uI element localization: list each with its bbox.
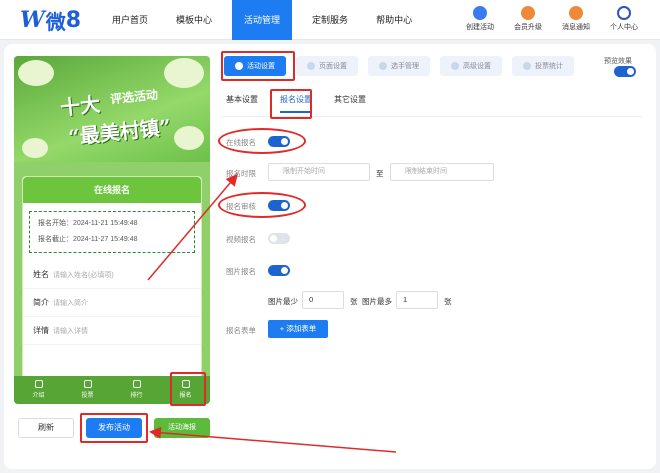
- notification-button[interactable]: 消息通知: [552, 6, 600, 32]
- vote-icon: [83, 380, 92, 388]
- unit-label: 张: [350, 297, 358, 306]
- image-signup-toggle[interactable]: [268, 265, 290, 276]
- annotation-oval: [218, 192, 306, 218]
- tree-decoration: [18, 60, 54, 86]
- annotation-box: [80, 413, 148, 443]
- vip-icon: [521, 6, 535, 20]
- to-label: 至: [376, 169, 384, 178]
- refresh-button[interactable]: 刷新: [18, 418, 74, 438]
- tool-label: 创建活动: [466, 24, 494, 31]
- nav-custom[interactable]: 定制服务: [308, 0, 352, 40]
- tool-label: 会员升级: [514, 24, 542, 31]
- preview-toggle[interactable]: [614, 66, 636, 77]
- time-limit-label: 报名时限: [226, 169, 256, 178]
- logo-eight: 8: [65, 7, 82, 33]
- bell-icon: [569, 6, 583, 20]
- top-bar: W 微 8 用户首页 模板中心 活动管理 定制服务 帮助中心 创建活动 会员升级…: [0, 0, 660, 40]
- video-signup-toggle[interactable]: [268, 233, 290, 244]
- tab-rank[interactable]: 排行: [112, 376, 161, 404]
- tab-label: 投票统计: [535, 63, 563, 70]
- time-box: 报名开始：2024-11-21 15:49:48 报名截止：2024-11-27…: [29, 211, 195, 253]
- tab-other[interactable]: 其它设置: [334, 94, 366, 113]
- tool-label: 个人中心: [610, 24, 638, 31]
- nav-home[interactable]: 用户首页: [108, 0, 152, 40]
- nav-activity[interactable]: 活动管理: [232, 0, 293, 40]
- tab-label: 页面设置: [319, 63, 347, 70]
- doc-icon: [34, 380, 43, 388]
- poster-button[interactable]: 活动海报: [154, 418, 210, 438]
- start-time: 报名开始：2024-11-21 15:49:48: [38, 220, 138, 227]
- tab-intro[interactable]: 介绍: [14, 376, 63, 404]
- add-form-button[interactable]: + 添加表单: [268, 320, 328, 338]
- tab-label: 介绍: [32, 393, 45, 399]
- logo[interactable]: W 微 8: [20, 6, 81, 34]
- image-signup-label: 图片报名: [226, 267, 256, 276]
- unit-label: 张: [444, 297, 452, 306]
- tab-label: 排行: [130, 393, 143, 399]
- tab-label: 投票: [81, 393, 94, 399]
- field-placeholder: 请输入姓名(必填项): [53, 271, 114, 279]
- field-placeholder: 请输入详情: [53, 327, 88, 335]
- signup-card: 在线报名 报名开始：2024-11-21 15:49:48 报名截止：2024-…: [22, 176, 202, 404]
- page-icon: [307, 62, 315, 70]
- start-time-input[interactable]: 限制开始时间: [268, 163, 370, 181]
- user-icon: [379, 62, 387, 70]
- video-signup-label: 视频报名: [226, 235, 256, 244]
- nav-templates[interactable]: 模板中心: [172, 0, 216, 40]
- create-activity-button[interactable]: 创建活动: [456, 6, 504, 32]
- tool-label: 消息通知: [562, 24, 590, 31]
- gear-icon: [451, 62, 459, 70]
- profile-button[interactable]: 个人中心: [600, 6, 648, 32]
- stats-icon: [523, 62, 531, 70]
- hero-banner: 十大 评选活动 “最美村镇”: [14, 56, 210, 162]
- annotation-box: [270, 89, 312, 119]
- field-label: 姓名: [33, 270, 49, 279]
- field-placeholder: 请输入简介: [53, 299, 88, 307]
- logo-wei: 微: [45, 9, 66, 34]
- tab-label: 选手管理: [391, 63, 419, 70]
- hero-title-small: 评选活动: [109, 87, 159, 107]
- annotation-box: [170, 372, 206, 406]
- field-label: 详情: [33, 326, 49, 335]
- field-label: 简介: [33, 298, 49, 307]
- upgrade-button[interactable]: 会员升级: [504, 6, 552, 32]
- main-nav: 用户首页 模板中心 活动管理 定制服务 帮助中心: [108, 0, 416, 40]
- intro-field[interactable]: 简介 请输入简介: [23, 289, 201, 317]
- logo-w: W: [20, 7, 45, 33]
- tree-decoration: [164, 58, 204, 88]
- annotation-box: [221, 51, 295, 81]
- end-time: 报名截止：2024-11-27 15:49:48: [38, 236, 138, 243]
- tab-advanced[interactable]: 高级设置: [440, 56, 502, 76]
- star-icon: [473, 6, 487, 20]
- chart-icon: [132, 380, 141, 388]
- hero-title-1: 十大: [59, 91, 102, 121]
- min-images-label: 图片最少: [268, 297, 298, 306]
- user-icon: [617, 6, 631, 20]
- end-time-input[interactable]: 限制结束时间: [390, 163, 494, 181]
- nav-help[interactable]: 帮助中心: [372, 0, 416, 40]
- tab-vote[interactable]: 投票: [63, 376, 112, 404]
- min-images-input[interactable]: 0: [302, 291, 344, 309]
- annotation-oval: [218, 128, 306, 154]
- detail-field[interactable]: 详情 请输入详情: [23, 317, 201, 345]
- phone-preview: 十大 评选活动 “最美村镇” 在线报名 报名开始：2024-11-21 15:4…: [14, 56, 210, 404]
- signup-form-label: 报名表单: [226, 326, 256, 335]
- tree-decoration: [174, 126, 204, 150]
- max-images-input[interactable]: 1: [396, 291, 438, 309]
- tab-contestants[interactable]: 选手管理: [368, 56, 430, 76]
- tool-bar: 创建活动 会员升级 消息通知 个人中心: [456, 6, 648, 32]
- name-field[interactable]: 姓名 请输入姓名(必填项): [23, 261, 201, 289]
- max-images-label: 图片最多: [362, 297, 392, 306]
- tree-decoration: [22, 138, 48, 158]
- card-title: 在线报名: [23, 177, 201, 203]
- tab-basic[interactable]: 基本设置: [226, 94, 258, 113]
- tab-page-settings[interactable]: 页面设置: [296, 56, 358, 76]
- tab-vote-stats[interactable]: 投票统计: [512, 56, 574, 76]
- tab-label: 高级设置: [463, 63, 491, 70]
- preview-toggle-label: 预览效果: [604, 58, 632, 65]
